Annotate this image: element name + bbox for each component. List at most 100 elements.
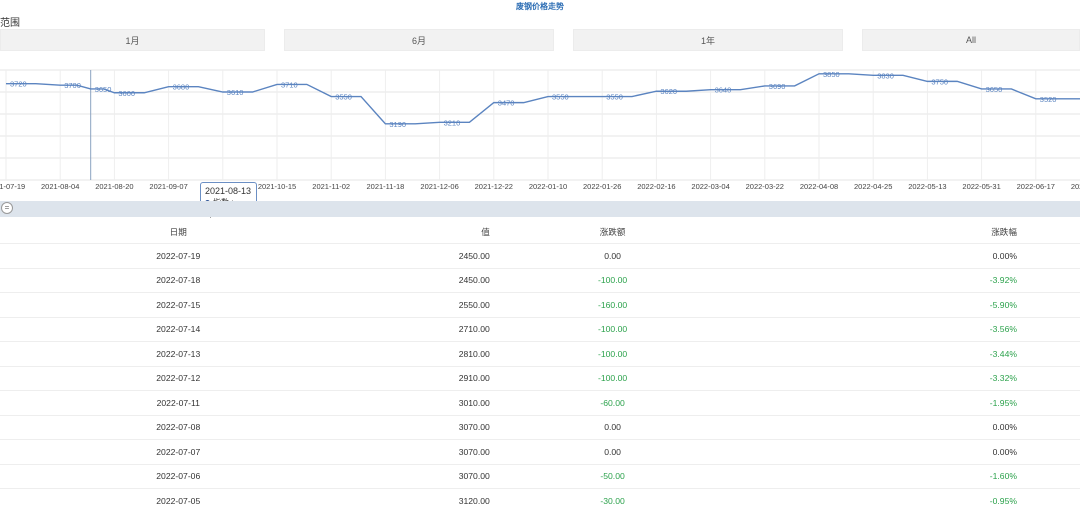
x-tick-label: 2021-08-20 [95,182,133,191]
range-button-6m[interactable]: 6月 [284,29,554,51]
data-label: 3610 [227,88,244,97]
cell-change-pct: -0.95% [735,488,1080,513]
x-tick-label: 2022-04-25 [854,182,892,191]
header-date[interactable]: 日期 [0,220,357,244]
cell-value: 2450.00 [356,267,490,293]
cell-change-pct: -3.44% [735,341,1080,366]
cell-value: 3010.00 [356,390,490,415]
x-tick-label: 2022-07-05 [1071,182,1080,191]
x-tick-label: 2022-01-26 [583,182,621,191]
range-button-1y[interactable]: 1年 [573,29,843,51]
table-row: 2022-07-18 2450.00 -100.00 -3.92% [0,267,1080,293]
x-tick-label: 2022-01-10 [529,182,567,191]
cell-change: 0.00 [489,243,736,268]
x-tick-label: 2022-03-04 [691,182,729,191]
cell-date: 2022-07-05 [0,488,357,513]
cell-date: 2022-07-07 [0,439,357,464]
range-button-1m[interactable]: 1月 [0,29,265,51]
cell-date: 2022-07-12 [0,365,357,391]
table-row: 2022-07-11 3010.00 -60.00 -1.95% [0,390,1080,415]
cell-value: 2910.00 [356,365,490,391]
x-tick-label: 2021-12-06 [420,182,458,191]
cell-change: -30.00 [489,488,736,513]
data-label: 3600 [118,89,135,98]
x-tick-label: 2021-07-19 [0,182,25,191]
x-tick-label: 2021-08-04 [41,182,79,191]
table-row: 2022-07-14 2710.00 -100.00 -3.56% [0,316,1080,342]
table-row: 2022-07-13 2810.00 -100.00 -3.44% [0,341,1080,366]
cell-value: 3070.00 [356,439,490,464]
data-label: 3680 [173,83,190,92]
table-row: 2022-07-05 3120.00 -30.00 -0.95% [0,488,1080,513]
navigator-handle-icon[interactable]: = [1,202,13,214]
cell-change-pct: -3.56% [735,316,1080,342]
cell-value: 2450.00 [356,243,490,268]
cell-date: 2022-07-13 [0,341,357,366]
header-change[interactable]: 涨跌额 [490,220,736,244]
x-tick-label: 2021-11-02 [312,182,350,191]
cell-change: -100.00 [489,365,736,391]
cell-value: 2710.00 [356,316,490,342]
page-title: 废钢价格走势 [516,2,564,11]
data-label: 3720 [10,80,27,89]
x-tick-label: 2021-11-18 [366,182,404,191]
data-label: 3750 [931,77,948,86]
cell-change-pct: -5.90% [735,292,1080,317]
data-table: 日期 值 涨跌额 涨跌幅 2022-07-19 2450.00 0.00 0.00% 2… [0,220,1080,513]
x-tick-label: 2022-05-31 [962,182,1000,191]
cell-date: 2022-07-14 [0,316,357,342]
cell-change-pct: -1.60% [735,463,1080,489]
cell-change: -60.00 [489,390,736,415]
cell-change-pct: 0.00% [735,414,1080,440]
range-button-all[interactable]: All [862,29,1080,51]
header-value[interactable]: 值 [357,220,490,244]
cell-date: 2022-07-15 [0,292,357,317]
cell-change: -160.00 [489,292,736,317]
x-tick-label: 2021-12-22 [475,182,513,191]
cell-change: -100.00 [489,316,736,342]
cell-date: 2022-07-18 [0,267,357,293]
cell-change: -100.00 [489,341,736,366]
x-tick-label: 2022-04-08 [800,182,838,191]
cell-change: 0.00 [489,414,736,440]
data-label: 3190 [389,120,406,129]
cell-value: 3120.00 [356,488,490,513]
cell-change: 0.00 [489,439,736,464]
data-label: 3550 [552,93,569,102]
x-tick-label: 2022-02-16 [637,182,675,191]
table-row: 2022-07-19 2450.00 0.00 0.00% [0,243,1080,268]
data-label: 3550 [335,93,352,102]
cell-change-pct: 0.00% [735,439,1080,464]
cell-change-pct: -3.32% [735,365,1080,391]
cell-value: 2810.00 [356,341,490,366]
data-label: 3640 [715,86,732,95]
data-label: 3470 [498,99,515,108]
data-label: 3550 [606,93,623,102]
cell-change-pct: -3.92% [735,267,1080,293]
data-label: 3830 [877,71,894,80]
tooltip-date: 2021-08-13 [205,186,252,196]
x-tick-label: 2022-03-22 [746,182,784,191]
data-label: 3210 [444,118,461,127]
cell-value: 3070.00 [356,463,490,489]
cell-value: 3070.00 [356,414,490,440]
chart-navigator[interactable] [0,201,1080,217]
table-row: 2022-07-08 3070.00 0.00 0.00% [0,414,1080,440]
data-label: 3690 [769,82,786,91]
cell-date: 2022-07-06 [0,463,357,489]
cell-change-pct: -1.95% [735,390,1080,415]
x-tick-label: 2022-05-13 [908,182,946,191]
cell-change-pct: 0.00% [735,243,1080,268]
header-change-pct[interactable]: 涨跌幅 [735,220,1080,244]
data-label: 3850 [823,70,840,79]
cell-date: 2022-07-11 [0,390,357,415]
table-row: 2022-07-15 2550.00 -160.00 -5.90% [0,292,1080,317]
data-label: 3620 [660,87,677,96]
cell-change: -100.00 [489,267,736,293]
x-tick-label: 2021-10-15 [258,182,296,191]
range-label: 范围 [0,18,20,29]
cell-change: -50.00 [489,463,736,489]
price-chart: 2021-07-19 2021-08-04 2021-08-20 2021-09-07… [0,69,1080,191]
table-header-row: 日期 值 涨跌额 涨跌幅 [0,220,1080,244]
data-label: 3520 [1040,95,1057,104]
